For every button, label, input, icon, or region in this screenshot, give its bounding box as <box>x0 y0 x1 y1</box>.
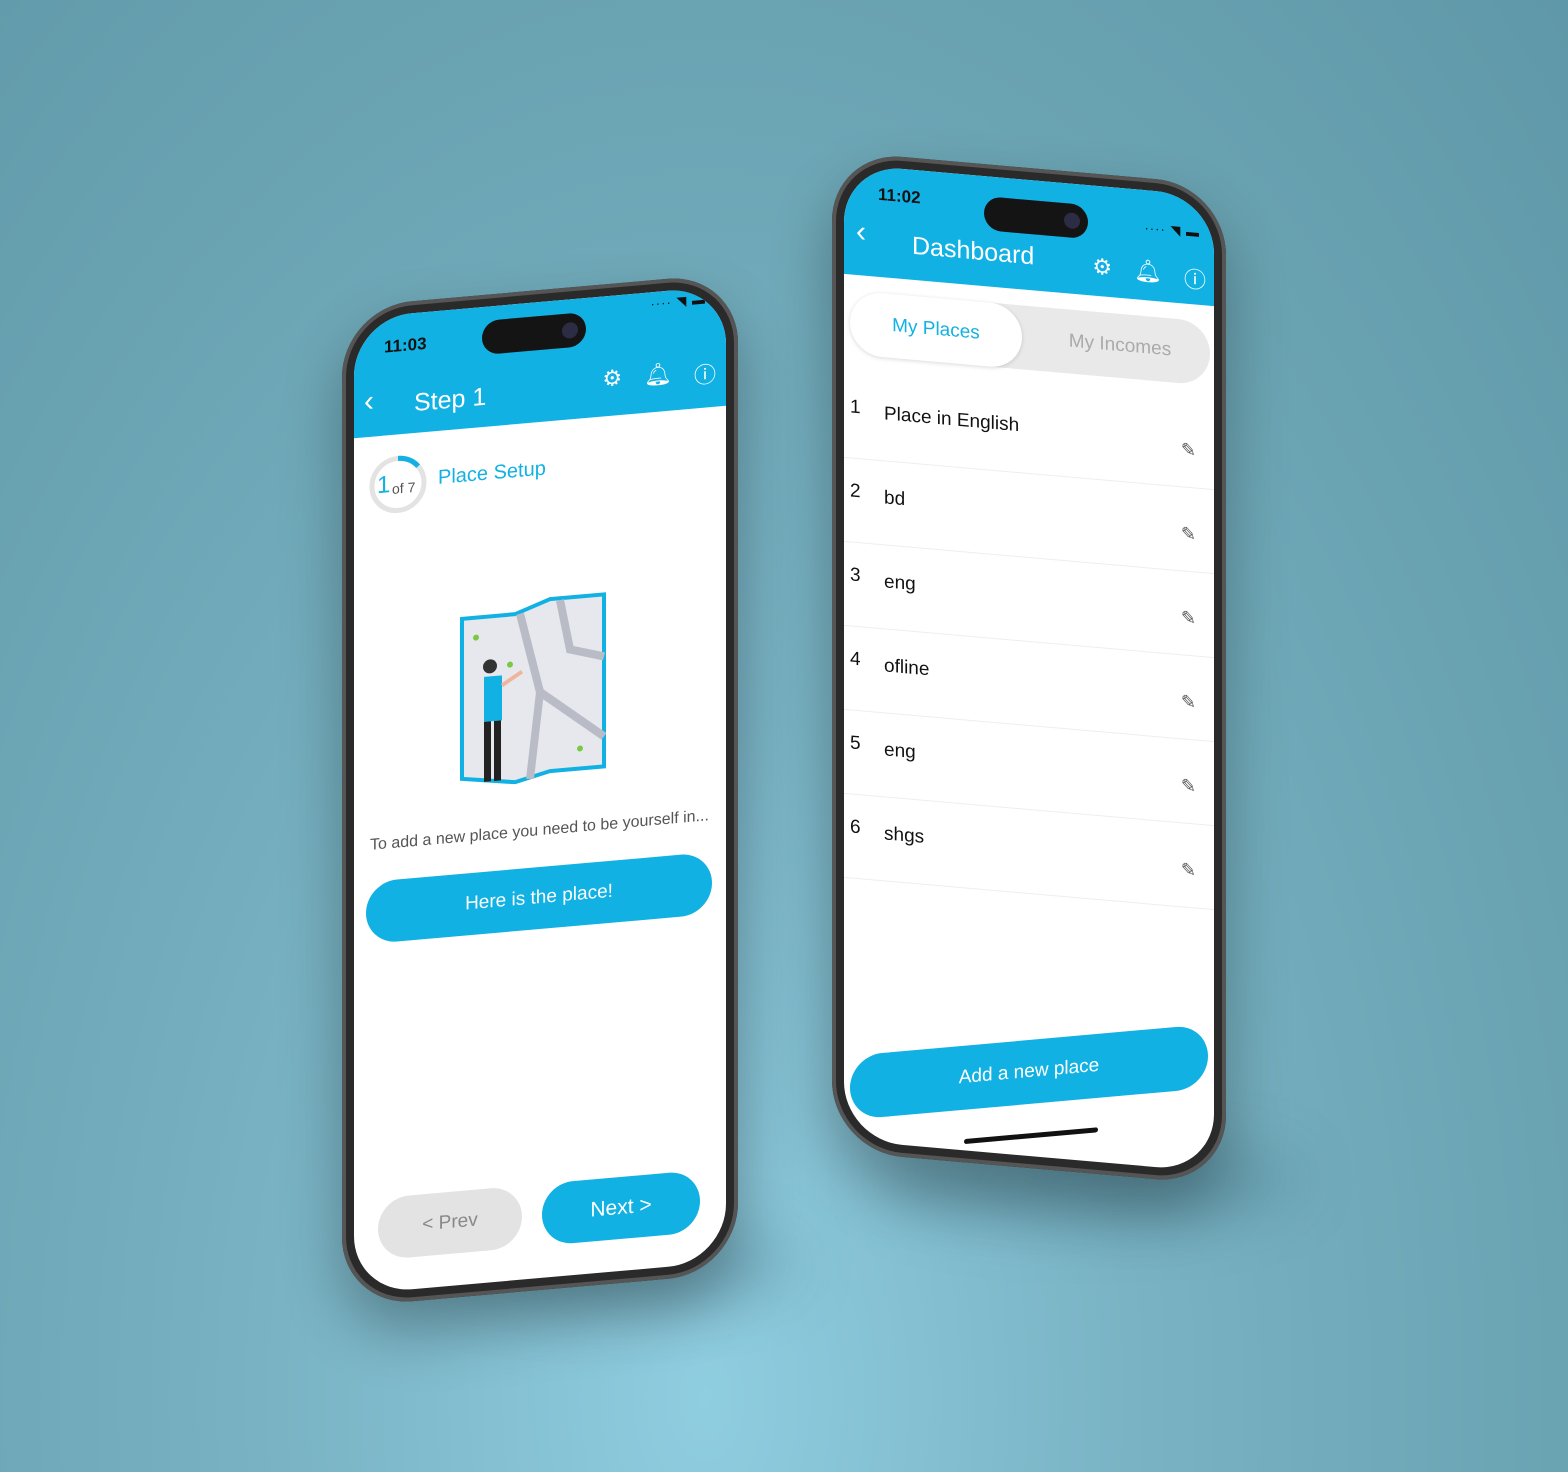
bell-icon[interactable]: 🔔︎ <box>644 360 672 394</box>
section-title: Place Setup <box>438 457 546 489</box>
tab-bar: My Places My Incomes <box>850 290 1210 386</box>
dynamic-island <box>984 196 1088 240</box>
prev-button[interactable]: < Prev <box>378 1185 522 1261</box>
item-name: shgs <box>884 823 925 848</box>
right-phone: 11:02 ···· ◥ ▬ ‹ Dashboard ⚙ 🔔︎ ⓘ My Pla… <box>832 150 1226 1186</box>
status-icons: ···· ◥ ▬ <box>650 291 706 312</box>
chevron-left-icon[interactable]: ‹ <box>364 385 374 420</box>
tab-my-places[interactable]: My Places <box>850 290 1022 370</box>
gear-icon[interactable]: ⚙ <box>602 365 622 399</box>
progress-ring: 1 of 7 <box>368 452 428 517</box>
status-icons: ···· ◥ ▬ <box>1144 220 1200 240</box>
bell-icon[interactable]: 🔔︎ <box>1134 257 1162 291</box>
header-icons: ⚙ 🔔︎ ⓘ <box>1092 254 1206 296</box>
item-name: bd <box>884 487 906 511</box>
item-index: 1 <box>850 396 861 419</box>
progress-total: of 7 <box>392 478 416 497</box>
add-new-place-button[interactable]: Add a new place <box>850 1024 1208 1120</box>
progress-current: 1 <box>377 471 391 500</box>
item-name: Place in English <box>884 403 1020 437</box>
item-name: ofline <box>884 655 930 681</box>
step-screen: 11:03 ···· ◥ ▬ ‹ Step 1 ⚙ 🔔︎ ⓘ 1 of 7 Pl… <box>354 285 726 1295</box>
page-title: Step 1 <box>414 382 487 418</box>
dynamic-island <box>482 311 586 356</box>
item-index: 6 <box>850 816 861 839</box>
item-name: eng <box>884 571 916 596</box>
pencil-icon[interactable]: ✎ <box>1181 439 1196 461</box>
dashboard-screen: 11:02 ···· ◥ ▬ ‹ Dashboard ⚙ 🔔︎ ⓘ My Pla… <box>844 163 1214 1173</box>
item-name: eng <box>884 739 916 764</box>
header: 11:03 ···· ◥ ▬ ‹ Step 1 ⚙ 🔔︎ ⓘ <box>354 285 726 439</box>
help-icon[interactable]: ⓘ <box>694 357 716 391</box>
pencil-icon[interactable]: ✎ <box>1181 691 1196 713</box>
left-phone: 11:03 ···· ◥ ▬ ‹ Step 1 ⚙ 🔔︎ ⓘ 1 of 7 Pl… <box>342 272 738 1308</box>
status-time: 11:03 <box>384 333 427 357</box>
item-index: 5 <box>850 732 861 755</box>
map-illustration <box>460 586 607 789</box>
header: 11:02 ···· ◥ ▬ ‹ Dashboard ⚙ 🔔︎ ⓘ <box>844 163 1214 307</box>
item-index: 4 <box>850 648 861 671</box>
header-icons: ⚙ 🔔︎ ⓘ <box>602 357 716 399</box>
pencil-icon[interactable]: ✎ <box>1181 607 1196 629</box>
home-indicator <box>964 1127 1098 1145</box>
page-title: Dashboard <box>912 231 1035 271</box>
item-index: 2 <box>850 480 861 503</box>
item-index: 3 <box>850 564 861 587</box>
pencil-icon[interactable]: ✎ <box>1181 523 1196 545</box>
status-time: 11:02 <box>878 184 921 208</box>
tab-my-incomes[interactable]: My Incomes <box>1030 306 1210 386</box>
description-text: To add a new place you need to be yourse… <box>370 807 709 854</box>
here-is-the-place-button[interactable]: Here is the place! <box>366 851 712 945</box>
pencil-icon[interactable]: ✎ <box>1181 859 1196 881</box>
help-icon[interactable]: ⓘ <box>1184 262 1206 296</box>
chevron-left-icon[interactable]: ‹ <box>856 215 866 250</box>
pencil-icon[interactable]: ✎ <box>1181 775 1196 797</box>
next-button[interactable]: Next > <box>542 1170 700 1246</box>
gear-icon[interactable]: ⚙ <box>1092 254 1112 288</box>
